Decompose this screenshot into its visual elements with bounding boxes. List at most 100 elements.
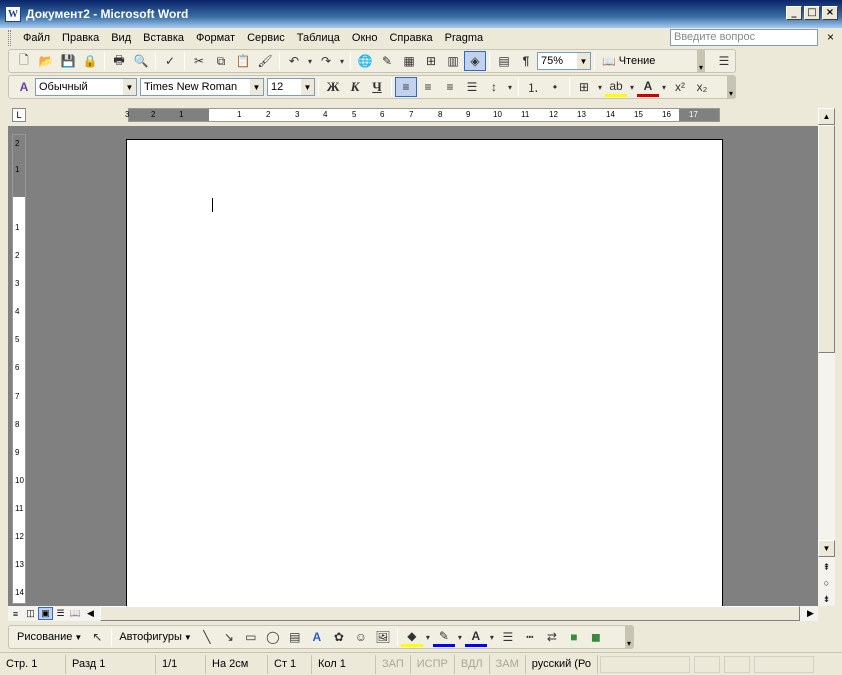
print-layout-view-icon[interactable]: ▣ [38,607,53,620]
status-language[interactable]: русский (Ро [526,654,598,674]
font-select[interactable]: Times New Roman ▼ [140,78,264,96]
rectangle-icon[interactable]: ▭ [240,627,262,647]
chevron-down-icon[interactable]: ▼ [577,53,590,69]
open-folder-icon[interactable]: 📂 [35,51,57,71]
menu-insert[interactable]: Вставка [137,32,190,44]
superscript-icon[interactable]: x² [669,77,691,97]
undo-dropdown-icon[interactable]: ▾ [305,51,315,71]
previous-page-icon[interactable]: ⇞ [818,559,835,575]
outline-view-icon[interactable]: ☰ [53,607,68,620]
word-app-icon[interactable]: W [5,6,21,22]
scroll-right-icon[interactable]: ▶ [803,607,818,620]
vertical-scroll-thumb[interactable] [818,125,835,353]
document-map-icon[interactable]: ▤ [493,51,515,71]
menu-file[interactable]: Файл [17,32,56,44]
highlight-icon[interactable]: ab [605,77,627,97]
document-close-icon[interactable]: × [827,30,834,44]
oval-icon[interactable]: ◯ [262,627,284,647]
status-track-changes[interactable]: ИСПР [411,654,455,674]
redo-icon[interactable]: ↷ [315,51,337,71]
select-objects-icon[interactable]: ↖ [86,627,108,647]
font-color-icon[interactable]: A [637,77,659,97]
arrow-style-icon[interactable]: ⇄ [541,627,563,647]
insert-picture-icon[interactable]: 🖼 [372,627,394,647]
format-painter-icon[interactable]: 🖌 [254,51,276,71]
underline-button[interactable]: Ч [366,77,388,97]
normal-view-icon[interactable]: ≡ [8,607,23,620]
shadow-style-icon[interactable]: ■ [563,627,585,647]
vertical-scrollbar[interactable]: ▲ ▼ ⇞ ○ ⇟ [818,108,835,606]
toolbar-options-icon[interactable]: ▾ [625,626,633,648]
zoom-select[interactable]: 75% ▼ [537,52,591,70]
menu-grip[interactable] [8,30,11,46]
help-search-input[interactable]: Введите вопрос [670,29,818,46]
menu-table[interactable]: Таблица [291,32,346,44]
document-page[interactable] [126,139,723,606]
menu-pragma[interactable]: Pragma [439,32,490,44]
print-icon[interactable]: 🖶 [108,51,130,71]
spelling-icon[interactable]: ✓ [159,51,181,71]
vertical-ruler[interactable]: 2 1 1 2 3 4 5 6 7 8 9 10 11 12 13 14 [12,134,26,604]
3d-style-icon[interactable]: ◼ [585,627,607,647]
line-style-icon[interactable]: ☰ [497,627,519,647]
close-button[interactable]: × [822,6,838,20]
drawing-toggle-icon[interactable]: ◈ [464,51,486,71]
subscript-icon[interactable]: x₂ [691,77,713,97]
italic-button[interactable]: К [344,77,366,97]
autoshapes-menu-button[interactable]: Автофигуры ▼ [115,631,196,643]
outline-toolbar-icon[interactable]: ☰ [713,51,735,71]
menu-edit[interactable]: Правка [56,32,105,44]
fill-color-icon[interactable]: ◆ [400,627,423,647]
fill-color-dropdown-icon[interactable]: ▾ [423,627,433,647]
scroll-down-icon[interactable]: ▼ [818,540,835,557]
save-icon[interactable]: 💾 [57,51,79,71]
cut-icon[interactable]: ✂ [188,51,210,71]
line-spacing-dropdown-icon[interactable]: ▾ [505,77,515,97]
new-document-icon[interactable]: 🗋 [13,51,35,71]
horizontal-scroll-thumb[interactable] [100,606,800,621]
align-right-icon[interactable]: ≡ [439,77,461,97]
read-mode-button[interactable]: 📖 Чтение [598,55,659,68]
status-extend-selection[interactable]: ВДЛ [455,654,490,674]
chevron-down-icon[interactable]: ▼ [301,79,314,95]
align-left-icon[interactable]: ≡ [395,77,417,97]
status-overtype[interactable]: ЗАМ [490,654,526,674]
next-page-icon[interactable]: ⇟ [818,591,835,607]
print-preview-icon[interactable]: 🔍 [130,51,152,71]
tables-borders-icon[interactable]: ✎ [376,51,398,71]
show-formatting-icon[interactable]: ¶ [515,51,537,71]
chevron-down-icon[interactable]: ▼ [123,79,136,95]
styles-pane-icon[interactable]: A [13,77,35,97]
diagram-icon[interactable]: ✿ [328,627,350,647]
font-color-dropdown-icon[interactable]: ▾ [659,77,669,97]
font-color-icon[interactable]: A [464,627,487,647]
toolbar-options-icon[interactable]: ▾ [727,76,735,98]
numbering-icon[interactable]: ⒈ [522,77,544,97]
columns-icon[interactable]: ▥ [442,51,464,71]
menu-view[interactable]: Вид [105,32,137,44]
maximize-button[interactable]: □ [804,6,820,20]
bold-button[interactable]: Ж [322,77,344,97]
menu-format[interactable]: Формат [190,32,241,44]
font-color-dropdown-icon[interactable]: ▾ [487,627,497,647]
insert-excel-icon[interactable]: ⊞ [420,51,442,71]
tab-selector[interactable]: L [12,108,26,122]
line-color-dropdown-icon[interactable]: ▾ [455,627,465,647]
bullets-icon[interactable]: • [544,77,566,97]
minimize-button[interactable]: _ [786,6,802,20]
scroll-up-icon[interactable]: ▲ [818,108,835,125]
toolbar-options-icon[interactable]: ▾ [697,50,705,72]
web-layout-view-icon[interactable]: ◫ [23,607,38,620]
undo-icon[interactable]: ↶ [283,51,305,71]
clip-art-icon[interactable]: ☺ [350,627,372,647]
line-icon[interactable]: ╲ [196,627,218,647]
insert-table-icon[interactable]: ▦ [398,51,420,71]
select-browse-object-icon[interactable]: ○ [818,575,835,591]
borders-icon[interactable]: ⊞ [573,77,595,97]
drawing-menu-button[interactable]: Рисование ▼ [13,631,86,643]
chevron-down-icon[interactable]: ▼ [250,79,263,95]
redo-dropdown-icon[interactable]: ▾ [337,51,347,71]
paste-icon[interactable]: 📋 [232,51,254,71]
align-center-icon[interactable]: ≡ [417,77,439,97]
justify-icon[interactable]: ☰ [461,77,483,97]
